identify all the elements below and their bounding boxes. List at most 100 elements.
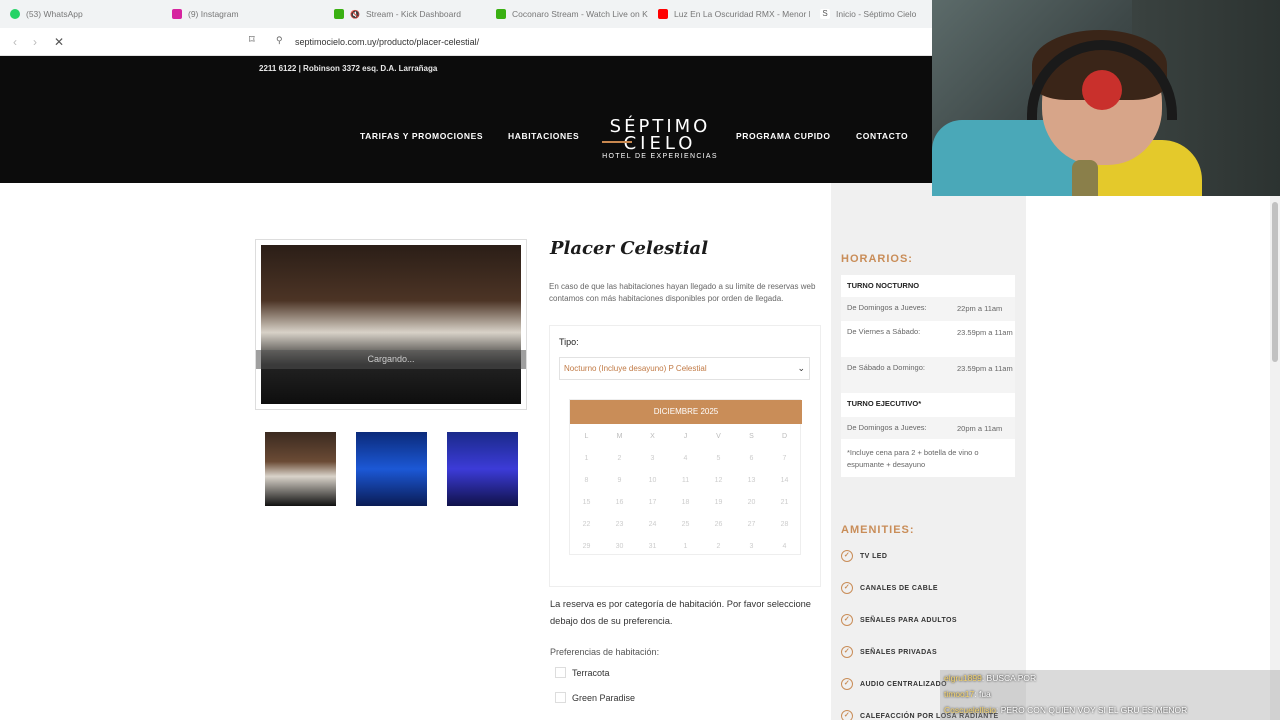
chat-message: timoo17: fua (944, 689, 991, 699)
calendar-day[interactable]: 29 (570, 536, 603, 558)
checkbox[interactable] (555, 692, 566, 703)
calendar-day[interactable]: 3 (735, 536, 768, 558)
calendar-day[interactable]: 6 (735, 448, 768, 470)
calendar-day[interactable]: 3 (636, 448, 669, 470)
checkbox[interactable] (555, 667, 566, 678)
calendar-weekday: D (781, 433, 788, 440)
calendar-row: 29 30 31 1 2 3 4 (570, 536, 802, 558)
calendar-weekday: V (716, 433, 721, 440)
check-icon: ✓ (841, 646, 853, 658)
calendar-day[interactable]: 2 (603, 448, 636, 470)
amenity-item: ✓ TV LED (841, 550, 887, 562)
gallery-thumbnail[interactable] (447, 432, 518, 506)
calendar-day[interactable]: 4 (768, 536, 801, 558)
calendar-weekday: S (749, 433, 754, 440)
calendar-grid: L M X J V S D 1 2 3 4 5 6 7 8 9 10 11 12 13 14 15 16 17 18 19 20 21… (570, 426, 802, 558)
calendar-day[interactable]: 19 (702, 492, 735, 514)
calendar-day[interactable]: 20 (735, 492, 768, 514)
calendar-day[interactable]: 13 (735, 470, 768, 492)
tipo-select-value: Nocturno (Incluye desayuno) P Celestial (564, 364, 707, 373)
nav-tarifas[interactable]: TARIFAS Y PROMOCIONES (360, 131, 483, 141)
horario-row: De Sábado a Domingo: 23.59pm a 11am (841, 357, 1015, 393)
amenity-item: ✓ SEÑALES PRIVADAS (841, 646, 937, 658)
url-field[interactable]: septimocielo.com.uy/producto/placer-cele… (295, 37, 479, 47)
check-icon: ✓ (841, 614, 853, 626)
calendar-day[interactable]: 28 (768, 514, 801, 536)
calendar-day[interactable]: 16 (603, 492, 636, 514)
browser-tab[interactable]: (53) WhatsApp (0, 0, 162, 28)
tipo-select[interactable]: Nocturno (Incluye desayuno) P Celestial … (559, 357, 810, 380)
calendar-day[interactable]: 11 (669, 470, 702, 492)
nav-contacto[interactable]: CONTACTO (856, 131, 908, 141)
calendar-day[interactable]: 10 (636, 470, 669, 492)
calendar-day[interactable]: 8 (570, 470, 603, 492)
calendar-weekday: M (616, 433, 623, 440)
nav-habitaciones[interactable]: HABITACIONES (508, 131, 579, 141)
screen: (53) WhatsApp (9) Instagram 🔇 Stream - Ki… (0, 0, 1280, 720)
browser-tab[interactable]: Coconaro Stream - Watch Live on Ki (486, 0, 648, 28)
calendar-day[interactable]: 9 (603, 470, 636, 492)
calendar-day[interactable]: 26 (702, 514, 735, 536)
kick-icon (334, 9, 344, 19)
back-icon[interactable]: ‹ (5, 35, 25, 49)
calendar-day[interactable]: 2 (702, 536, 735, 558)
horario-row: De Domingos a Jueves: 22pm a 11am (841, 297, 1015, 321)
horario-row: De Viernes a Sábado: 23.59pm a 11am (847, 327, 1013, 337)
calendar-day[interactable]: 17 (636, 492, 669, 514)
gallery-thumbnail[interactable] (265, 432, 336, 506)
calendar-weekday: J (683, 433, 688, 440)
chat-message: Coscuelellisio: PERO CON QUIEN VOY SI EL… (944, 705, 1188, 715)
stop-loading-icon[interactable]: ✕ (49, 35, 69, 49)
horarios-heading: HORARIOS: (841, 253, 913, 265)
site-header: 2211 6122 | Robinson 3372 esq. D.A. Larr… (0, 56, 932, 183)
calendar-day[interactable]: 1 (570, 448, 603, 470)
calendar-day[interactable]: 25 (669, 514, 702, 536)
preferences-label: Preferencias de habitación: (550, 647, 660, 657)
site-info-icon[interactable]: ⚲ (276, 35, 283, 46)
calendar-day[interactable]: 7 (768, 448, 801, 470)
calendar-day[interactable]: 5 (702, 448, 735, 470)
browser-tab[interactable]: 🔇 Stream - Kick Dashboard (324, 0, 486, 28)
browser-tab[interactable]: (9) Instagram (162, 0, 324, 28)
site-logo[interactable]: SÉPTIMO CIELO HOTEL DE EXPERIENCIAS (600, 116, 720, 160)
calendar-day[interactable]: 31 (636, 536, 669, 558)
check-icon: ✓ (841, 582, 853, 594)
calendar-row: 8 9 10 11 12 13 14 (570, 470, 802, 492)
webcam-bottle (1072, 160, 1098, 196)
nav-programa-cupido[interactable]: PROGRAMA CUPIDO (736, 131, 831, 141)
calendar-day[interactable]: 23 (603, 514, 636, 536)
calendar-day[interactable]: 4 (669, 448, 702, 470)
amenity-item: ✓ SEÑALES PARA ADULTOS (841, 614, 957, 626)
calendar-day[interactable]: 15 (570, 492, 603, 514)
logo-tagline: HOTEL DE EXPERIENCIAS (602, 153, 718, 160)
preference-option[interactable]: Green Paradise (555, 692, 635, 703)
whatsapp-icon (10, 9, 20, 19)
calendar-day[interactable]: 14 (768, 470, 801, 492)
calendar-day[interactable]: 12 (702, 470, 735, 492)
calendar-day[interactable]: 1 (669, 536, 702, 558)
calendar-row: LMXJVSD (570, 426, 802, 448)
scrollbar-thumb[interactable] (1272, 202, 1278, 362)
room-photo-main[interactable] (261, 245, 521, 404)
preference-option[interactable]: Terracota (555, 667, 610, 678)
instagram-icon (172, 9, 182, 19)
check-icon: ✓ (841, 550, 853, 562)
browser-tab[interactable]: Luz En La Oscuridad RMX - Menor F (648, 0, 810, 28)
calendar-day[interactable]: 30 (603, 536, 636, 558)
check-icon: ✓ (841, 678, 853, 690)
contact-info: 2211 6122 | Robinson 3372 esq. D.A. Larr… (259, 64, 438, 73)
reservation-note: La reserva es por categoría de habitació… (550, 599, 811, 626)
calendar-day[interactable]: 24 (636, 514, 669, 536)
mute-icon: 🔇 (350, 9, 360, 19)
calendar-day[interactable]: 27 (735, 514, 768, 536)
bookmark-icon[interactable]: ⌑ (249, 33, 255, 46)
calendar-month: DICIEMBRE 2025 (570, 400, 802, 424)
calendar-day[interactable]: 21 (768, 492, 801, 514)
calendar-day[interactable]: 18 (669, 492, 702, 514)
calendar-day[interactable]: 22 (570, 514, 603, 536)
stream-chat-overlay: elgru1899: BUSCA POR timoo17: fua Coscue… (940, 670, 1280, 720)
gallery-thumbnail[interactable] (356, 432, 427, 506)
forward-icon[interactable]: › (25, 35, 45, 49)
kick-icon (496, 9, 506, 19)
page-scrollbar[interactable] (1270, 196, 1280, 720)
